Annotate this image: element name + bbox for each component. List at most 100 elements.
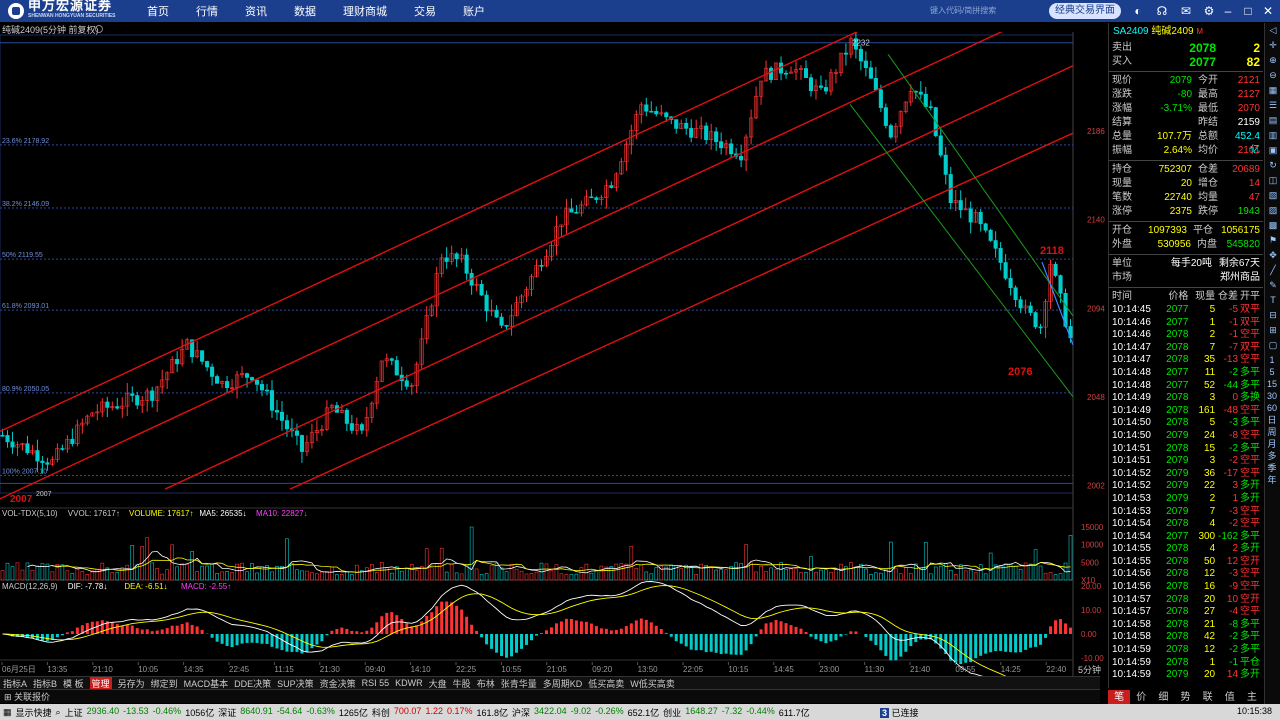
- indicator-tab-17[interactable]: 低买高卖: [588, 677, 624, 690]
- mail-icon[interactable]: ✉: [1179, 4, 1193, 18]
- tick-row[interactable]: 10:14:54 2078 4 -2 空平: [1109, 518, 1263, 531]
- indicator-tab-6[interactable]: MACD基本: [184, 677, 229, 690]
- indicator-tab-2[interactable]: 模 板: [63, 677, 84, 690]
- indicator-tab-10[interactable]: RSI 55: [362, 678, 390, 688]
- quote-tab-2[interactable]: 细: [1152, 690, 1174, 705]
- period-btn-3[interactable]: 30: [1265, 390, 1279, 402]
- grid-icon[interactable]: ▦: [1266, 84, 1280, 97]
- tick-row[interactable]: 10:14:46 2077 1 -1 双平: [1109, 317, 1263, 330]
- note-icon[interactable]: ▧: [1266, 189, 1280, 202]
- nav-search-hint[interactable]: 键入代码/简拼搜索: [930, 5, 1040, 17]
- quote-tab-1[interactable]: 价: [1130, 690, 1152, 705]
- nav-item-2[interactable]: 资讯: [245, 3, 267, 19]
- table-icon[interactable]: ▩: [1266, 219, 1280, 232]
- tick-row[interactable]: 10:14:54 2077 300 -162 多平: [1109, 531, 1263, 544]
- list-icon[interactable]: ☰: [1266, 99, 1280, 112]
- nav-item-1[interactable]: 行情: [196, 3, 218, 19]
- tick-row[interactable]: 10:14:57 2078 20 10 空开: [1109, 594, 1263, 607]
- tick-row[interactable]: 10:14:56 2078 16 -9 空平: [1109, 581, 1263, 594]
- tick-row[interactable]: 10:14:57 2078 27 -4 空平: [1109, 606, 1263, 619]
- headset-icon[interactable]: ☊: [1155, 4, 1169, 18]
- tick-row[interactable]: 10:14:59 2078 12 -2 多平: [1109, 644, 1263, 657]
- nav-item-4[interactable]: 理财商城: [343, 3, 387, 19]
- period-btn-4[interactable]: 60: [1265, 402, 1279, 414]
- zoom-out-icon[interactable]: ⊖: [1266, 69, 1280, 82]
- chart-icon[interactable]: ▤: [1266, 114, 1280, 127]
- tick-row[interactable]: 10:14:59 2078 1 -1 平仓: [1109, 657, 1263, 670]
- indicator-tab-1[interactable]: 指标B: [33, 677, 57, 690]
- nav-item-5[interactable]: 交易: [414, 3, 436, 19]
- tick-row[interactable]: 10:14:53 2079 2 1 多开: [1109, 493, 1263, 506]
- box-icon[interactable]: ⊞: [1266, 324, 1280, 337]
- tick-row[interactable]: 10:14:50 2078 5 -3 多平: [1109, 417, 1263, 430]
- tick-row[interactable]: 10:14:48 2077 11 -2 多平: [1109, 367, 1263, 380]
- refresh-icon[interactable]: ↻: [1266, 159, 1280, 172]
- period-btn-5[interactable]: 日: [1265, 414, 1279, 426]
- period-btn-2[interactable]: 15: [1265, 378, 1279, 390]
- tick-row[interactable]: 10:14:58 2078 21 -8 多平: [1109, 619, 1263, 632]
- tick-row[interactable]: 10:14:49 2078 161 -48 空平: [1109, 405, 1263, 418]
- quote-tab-5[interactable]: 值: [1219, 690, 1241, 705]
- tick-row[interactable]: 10:14:51 2079 3 -2 空平: [1109, 455, 1263, 468]
- bid-row[interactable]: 买入 2077 82: [1109, 55, 1263, 69]
- compare-icon[interactable]: ▨: [1266, 204, 1280, 217]
- expand-icon[interactable]: ⊞: [4, 692, 14, 702]
- close-icon[interactable]: ✕: [1261, 4, 1275, 18]
- show-shortcuts[interactable]: 显示快捷: [16, 706, 52, 719]
- tick-row[interactable]: 10:14:56 2078 12 -3 空平: [1109, 568, 1263, 581]
- zoom-in-icon[interactable]: ⊕: [1266, 54, 1280, 67]
- tick-row[interactable]: 10:14:59 2079 20 14 多开: [1109, 669, 1263, 682]
- indicator-tab-18[interactable]: W低买高卖: [630, 677, 675, 690]
- period-btn-7[interactable]: 月: [1265, 438, 1279, 450]
- tick-row[interactable]: 10:14:52 2079 36 -17 空平: [1109, 468, 1263, 481]
- quote-tab-3[interactable]: 势: [1174, 690, 1196, 705]
- quote-tab-0[interactable]: 笔: [1108, 690, 1131, 705]
- tick-row[interactable]: 10:14:47 2078 35 -13 空平: [1109, 354, 1263, 367]
- quote-tab-6[interactable]: 主: [1241, 690, 1263, 705]
- indicator-tab-12[interactable]: 大盘: [429, 677, 447, 690]
- indicator-tab-13[interactable]: 牛股: [453, 677, 471, 690]
- indicator-tab-8[interactable]: SUP决策: [277, 677, 314, 690]
- nav-item-0[interactable]: 首页: [147, 3, 169, 19]
- indicator-tab-4[interactable]: 另存为: [118, 677, 145, 690]
- tick-row[interactable]: 10:14:47 2078 7 -7 双平: [1109, 342, 1263, 355]
- calendar-icon[interactable]: ▣: [1266, 144, 1280, 157]
- classic-trade-button[interactable]: 经典交易界面: [1049, 3, 1121, 19]
- maximize-icon[interactable]: □: [1241, 4, 1255, 18]
- indicator-icon[interactable]: ▥: [1266, 129, 1280, 142]
- flag-icon[interactable]: ⚑: [1266, 234, 1280, 247]
- period-btn-8[interactable]: 多: [1265, 450, 1279, 462]
- nav-item-6[interactable]: 账户: [463, 3, 485, 19]
- crosshair-icon[interactable]: ✛: [1266, 39, 1280, 52]
- ask-row[interactable]: 卖出 2078 2: [1109, 41, 1263, 55]
- tick-row[interactable]: 10:14:48 2077 52 -44 多平: [1109, 380, 1263, 393]
- tick-row[interactable]: 10:14:50 2079 24 -8 空平: [1109, 430, 1263, 443]
- indicator-tab-3[interactable]: 管理: [89, 676, 112, 690]
- square-icon[interactable]: ▢: [1266, 339, 1280, 352]
- tick-row[interactable]: 10:14:46 2078 2 -1 空平: [1109, 329, 1263, 342]
- tick-row[interactable]: 10:14:53 2079 7 -3 空平: [1109, 506, 1263, 519]
- period-btn-0[interactable]: 1: [1265, 354, 1279, 366]
- period-btn-10[interactable]: 年: [1265, 474, 1279, 486]
- indicator-tab-9[interactable]: 资金决策: [320, 677, 356, 690]
- minimize-icon[interactable]: –: [1221, 4, 1235, 18]
- arrow-left-icon[interactable]: ◁: [1266, 24, 1280, 37]
- brand-logo[interactable]: 申万宏源证券 SHENWAN HONGYUAN SECURITIES: [8, 0, 123, 21]
- skin-icon[interactable]: ◐: [1131, 4, 1145, 18]
- kline-chart-area[interactable]: 23.6% 2178.92 38.2% 2146.09 50% 2119.55 61.…: [0, 32, 1107, 676]
- tick-row[interactable]: 10:14:55 2078 50 12 空开: [1109, 556, 1263, 569]
- quote-tab-4[interactable]: 联: [1197, 690, 1219, 705]
- draw-line-icon[interactable]: ╱: [1266, 264, 1280, 277]
- indicator-tab-0[interactable]: 指标A: [3, 677, 27, 690]
- indicator-tab-16[interactable]: 多周期KD: [543, 677, 583, 690]
- nav-item-3[interactable]: 数据: [294, 3, 316, 19]
- ruler-icon[interactable]: ⊟: [1266, 309, 1280, 322]
- tick-row[interactable]: 10:14:52 2079 22 3 多开: [1109, 480, 1263, 493]
- related-quotes-bar[interactable]: ⊞ 关联报价: [0, 689, 1100, 703]
- pen-icon[interactable]: ✎: [1266, 279, 1280, 292]
- period-btn-1[interactable]: 5: [1265, 366, 1279, 378]
- indicator-tab-7[interactable]: DDE决策: [234, 677, 271, 690]
- indicator-tab-11[interactable]: KDWR: [395, 678, 423, 688]
- indicator-tab-15[interactable]: 张青华量: [501, 677, 537, 690]
- move-icon[interactable]: ✥: [1266, 249, 1280, 262]
